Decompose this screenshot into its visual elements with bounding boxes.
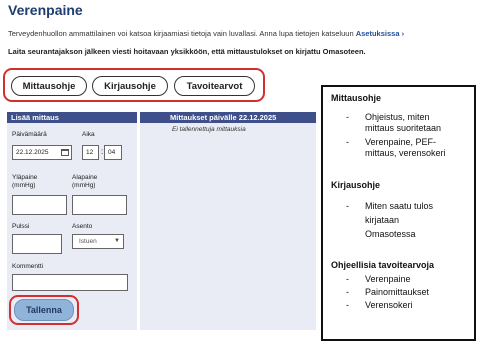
guide-section3-item: Verensokeri xyxy=(365,300,413,310)
measurements-header: Mittaukset päivälle 22.12.2025 xyxy=(140,112,316,123)
date-input[interactable]: 22.12.2025 xyxy=(12,145,72,160)
time-label: Aika xyxy=(82,131,95,138)
followup-notice: Laita seurantajakson jälkeen viesti hoit… xyxy=(8,47,366,56)
diastolic-label: Alapaine (mmHg) xyxy=(72,174,97,190)
systolic-label-line1: Yläpaine xyxy=(12,174,38,181)
hour-input[interactable]: 12 xyxy=(82,145,99,160)
position-label: Asento xyxy=(72,223,93,230)
settings-link-label[interactable]: Asetuksissa xyxy=(356,29,400,38)
guide-section1-item: mittaus suoritetaan xyxy=(365,123,442,133)
guide-section2-item: kirjataan xyxy=(365,215,400,225)
bullet-dash: - xyxy=(346,137,349,147)
guide-section1-item: Verenpaine, PEF- xyxy=(365,137,437,147)
bullet-dash: - xyxy=(346,274,349,284)
guide-section3-title: Ohjeellisia tavoitearvoja xyxy=(331,260,435,270)
date-label: Päivämäärä xyxy=(12,131,47,138)
chevron-right-icon: › xyxy=(401,29,405,38)
settings-link[interactable]: Asetuksissa › xyxy=(356,29,404,38)
position-select[interactable]: Istuen ▼ xyxy=(72,234,124,249)
empty-measurements-text: Ei tallennettuja mittauksia xyxy=(172,126,246,133)
time-separator: : xyxy=(101,147,104,156)
comment-input[interactable] xyxy=(12,274,128,291)
privacy-info-text: Terveydenhuollon ammattilainen voi katso… xyxy=(8,29,354,38)
guide-section1-item: mittaus, verensokeri xyxy=(365,148,446,158)
diastolic-label-line1: Alapaine xyxy=(72,174,98,181)
bullet-dash: - xyxy=(346,300,349,310)
tab-kirjausohje[interactable]: Kirjausohje xyxy=(92,76,168,96)
guide-section2-title: Kirjausohje xyxy=(331,180,381,190)
privacy-info: Terveydenhuollon ammattilainen voi katso… xyxy=(8,29,404,38)
guide-section1-title: Mittausohje xyxy=(331,93,382,103)
systolic-label: Yläpaine (mmHg) xyxy=(12,174,37,190)
tab-mittausohje[interactable]: Mittausohje xyxy=(11,76,87,96)
add-measurement-header: Lisää mittaus xyxy=(7,112,137,123)
measurements-panel: Mittaukset päivälle 22.12.2025 Ei tallen… xyxy=(140,112,316,330)
chevron-down-icon: ▼ xyxy=(114,238,120,244)
guide-section3-item: Verenpaine xyxy=(365,274,411,284)
tab-tavoitearvot[interactable]: Tavoitearvot xyxy=(174,76,255,96)
guide-section2-item: Omasotessa xyxy=(365,229,416,239)
calendar-icon[interactable] xyxy=(61,149,69,156)
guide-section2-item: Miten saatu tulos xyxy=(365,201,434,211)
pulse-label: Pulssi xyxy=(12,223,30,230)
guide-section3-item: Painomittaukset xyxy=(365,287,430,297)
page-title: Verenpaine xyxy=(8,2,83,18)
guide-section1-item: Ohjeistus, miten xyxy=(365,112,430,122)
bullet-dash: - xyxy=(346,287,349,297)
diastolic-label-line2: (mmHg) xyxy=(72,182,96,189)
systolic-input[interactable] xyxy=(12,195,67,215)
position-value: Istuen xyxy=(79,238,97,245)
comment-label: Kommentti xyxy=(12,263,44,270)
minute-input[interactable]: 04 xyxy=(104,145,122,160)
guide-box: Mittausohje - Ohjeistus, miten mittaus s… xyxy=(321,85,476,341)
date-value: 22.12.2025 xyxy=(16,149,49,156)
pulse-input[interactable] xyxy=(12,234,62,254)
save-button[interactable]: Tallenna xyxy=(14,299,74,321)
diastolic-input[interactable] xyxy=(72,195,127,215)
bullet-dash: - xyxy=(346,112,349,122)
bullet-dash: - xyxy=(346,201,349,211)
systolic-label-line2: (mmHg) xyxy=(12,182,36,189)
